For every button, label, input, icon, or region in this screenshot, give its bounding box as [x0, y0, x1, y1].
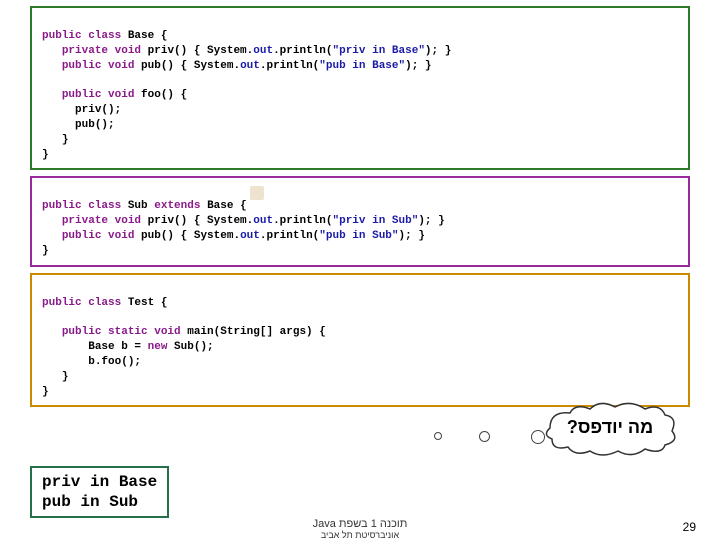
footer: תוכנה 1 בשפת Java אוניברסיטת תל אביב	[0, 518, 720, 540]
footer-sub: אוניברסיטת תל אביב	[0, 530, 720, 540]
highlight-marker	[250, 186, 264, 200]
page-number: 29	[683, 520, 696, 534]
speech-bubble: מה יודפס?	[540, 401, 680, 456]
code-block-test: public class Test { public static void m…	[30, 273, 690, 408]
thought-dot	[434, 432, 442, 440]
footer-main: תוכנה 1 בשפת Java	[313, 518, 408, 530]
code-block-base: public class Base { private void priv() …	[30, 6, 690, 170]
thought-dot	[479, 431, 490, 442]
output-box: priv in Base pub in Sub	[30, 466, 169, 518]
thought-dot	[531, 430, 545, 444]
code-block-sub: public class Sub extends Base { private …	[30, 176, 690, 266]
speech-text: מה יודפס?	[540, 417, 680, 438]
